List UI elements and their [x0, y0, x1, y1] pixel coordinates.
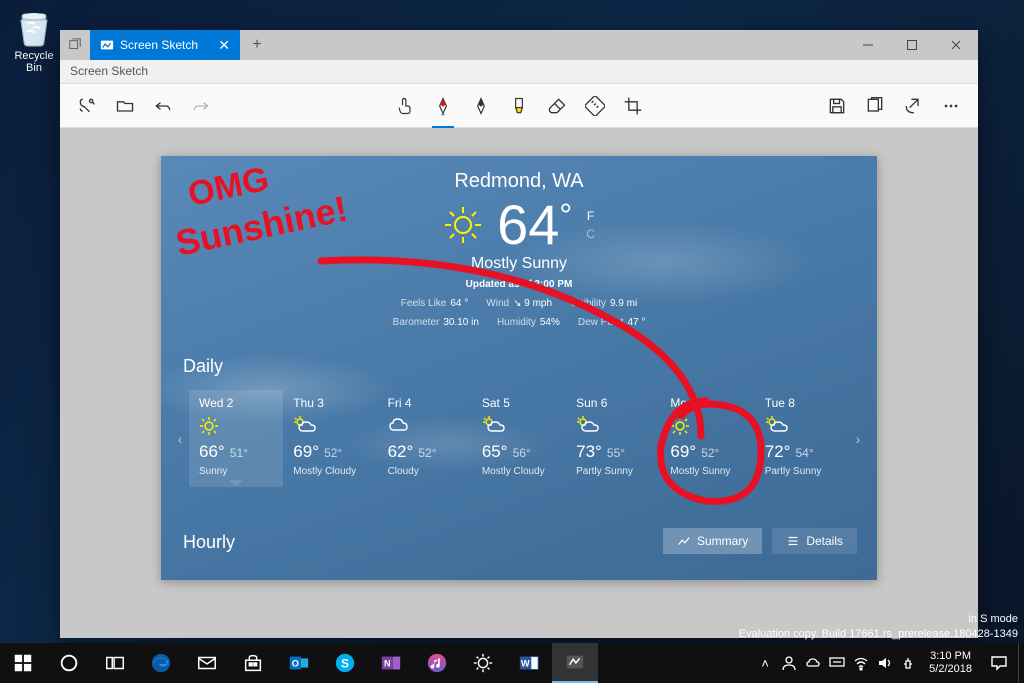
- app-icon: [100, 38, 114, 52]
- app-title: Screen Sketch: [70, 64, 148, 78]
- eraser-button[interactable]: [540, 89, 574, 123]
- forecast-day[interactable]: Fri 462° 52°Cloudy: [378, 390, 472, 487]
- recycle-bin-label: Recycle Bin: [8, 50, 60, 74]
- unit-c[interactable]: C: [586, 227, 595, 241]
- windows-watermark: in S mode Evaluation copy. Build 17661.r…: [739, 612, 1018, 641]
- toolbar: [60, 84, 978, 128]
- weather-updated: Updated as of 3:00 PM: [161, 279, 877, 290]
- ruler-button[interactable]: [578, 89, 612, 123]
- details-button[interactable]: Details: [772, 528, 857, 554]
- recycle-bin[interactable]: Recycle Bin: [8, 6, 60, 74]
- minimize-button[interactable]: [846, 30, 890, 60]
- screen-sketch-taskbar[interactable]: [552, 643, 598, 683]
- weather-temp: 64: [497, 193, 559, 256]
- tab-close-icon[interactable]: ✕: [218, 37, 230, 54]
- taskbar-clock[interactable]: 3:10 PM 5/2/2018: [921, 650, 980, 676]
- daily-next[interactable]: ›: [849, 431, 867, 447]
- maximize-button[interactable]: [890, 30, 934, 60]
- taskbar: O S N W ˄ 3:10 PM 5/2/2018: [0, 643, 1024, 683]
- forecast-day[interactable]: Wed 266° 51°Sunny: [189, 390, 283, 487]
- forecast-day[interactable]: Mon 769° 52°Mostly Sunny: [660, 390, 754, 487]
- undo-button[interactable]: [146, 89, 180, 123]
- svg-text:O: O: [292, 659, 299, 669]
- menubar: Screen Sketch: [60, 60, 978, 84]
- store-taskbar[interactable]: [230, 643, 276, 683]
- pencil-button[interactable]: [464, 89, 498, 123]
- copy-button[interactable]: [858, 89, 892, 123]
- weather-taskbar[interactable]: [460, 643, 506, 683]
- screenshot-content: Redmond, WA 64° F C Mostly Sunny Updated…: [161, 156, 877, 580]
- daily-prev[interactable]: ‹: [171, 431, 189, 447]
- forecast-day[interactable]: Tue 872° 54°Partly Sunny: [755, 390, 849, 487]
- tab-title: Screen Sketch: [120, 38, 198, 52]
- touch-writing-button[interactable]: [388, 89, 422, 123]
- titlebar[interactable]: Screen Sketch ✕ +: [60, 30, 978, 60]
- onenote-taskbar[interactable]: N: [368, 643, 414, 683]
- redo-button[interactable]: [184, 89, 218, 123]
- new-snip-button[interactable]: [70, 89, 104, 123]
- tray-volume[interactable]: [873, 643, 897, 683]
- show-desktop-button[interactable]: [1018, 643, 1024, 683]
- daily-header: Daily: [183, 356, 223, 377]
- sun-icon: [443, 205, 483, 245]
- tray-onedrive[interactable]: [801, 643, 825, 683]
- outlook-taskbar[interactable]: O: [276, 643, 322, 683]
- crop-button[interactable]: [616, 89, 650, 123]
- skype-taskbar[interactable]: S: [322, 643, 368, 683]
- itunes-taskbar[interactable]: [414, 643, 460, 683]
- forecast-day[interactable]: Thu 369° 52°Mostly Cloudy: [283, 390, 377, 487]
- tray-wifi[interactable]: [849, 643, 873, 683]
- save-button[interactable]: [820, 89, 854, 123]
- mail-taskbar[interactable]: [184, 643, 230, 683]
- svg-text:S: S: [341, 657, 349, 671]
- summary-button[interactable]: Summary: [663, 528, 762, 554]
- weather-condition: Mostly Sunny: [161, 255, 877, 273]
- unit-f[interactable]: F: [586, 209, 595, 223]
- close-button[interactable]: [934, 30, 978, 60]
- weather-stats: Feels Like64 ° Wind↘ 9 mph Visibility9.9…: [161, 298, 877, 309]
- ballpoint-pen-button[interactable]: [426, 89, 460, 123]
- forecast-day[interactable]: Sat 565° 56°Mostly Cloudy: [472, 390, 566, 487]
- sets-dropdown-icon[interactable]: [60, 30, 90, 60]
- tray-input[interactable]: [825, 643, 849, 683]
- cortana-button[interactable]: [46, 643, 92, 683]
- hourly-header: Hourly: [183, 532, 235, 553]
- list-icon: [786, 534, 800, 548]
- forecast-day[interactable]: Sun 673° 55°Partly Sunny: [566, 390, 660, 487]
- tray-people[interactable]: [777, 643, 801, 683]
- highlighter-button[interactable]: [502, 89, 536, 123]
- more-button[interactable]: [934, 89, 968, 123]
- new-tab-button[interactable]: +: [240, 30, 274, 60]
- tab-screen-sketch[interactable]: Screen Sketch ✕: [90, 30, 240, 60]
- word-taskbar[interactable]: W: [506, 643, 552, 683]
- svg-text:W: W: [521, 659, 530, 669]
- chart-icon: [677, 534, 691, 548]
- weather-stats-2: Barometer30.10 in Humidity54% Dew Point4…: [161, 317, 877, 328]
- tray-power[interactable]: [897, 643, 921, 683]
- svg-text:N: N: [384, 659, 391, 669]
- recycle-bin-icon: [13, 6, 55, 48]
- open-button[interactable]: [108, 89, 142, 123]
- edge-taskbar[interactable]: [138, 643, 184, 683]
- task-view-button[interactable]: [92, 643, 138, 683]
- start-button[interactable]: [0, 643, 46, 683]
- action-center-button[interactable]: [980, 643, 1018, 683]
- weather-location: Redmond, WA: [161, 170, 877, 193]
- tray-chevron[interactable]: ˄: [753, 643, 777, 683]
- screen-sketch-window: Screen Sketch ✕ + Screen Sketch: [60, 30, 978, 638]
- share-button[interactable]: [896, 89, 930, 123]
- canvas-area[interactable]: Redmond, WA 64° F C Mostly Sunny Updated…: [60, 128, 978, 638]
